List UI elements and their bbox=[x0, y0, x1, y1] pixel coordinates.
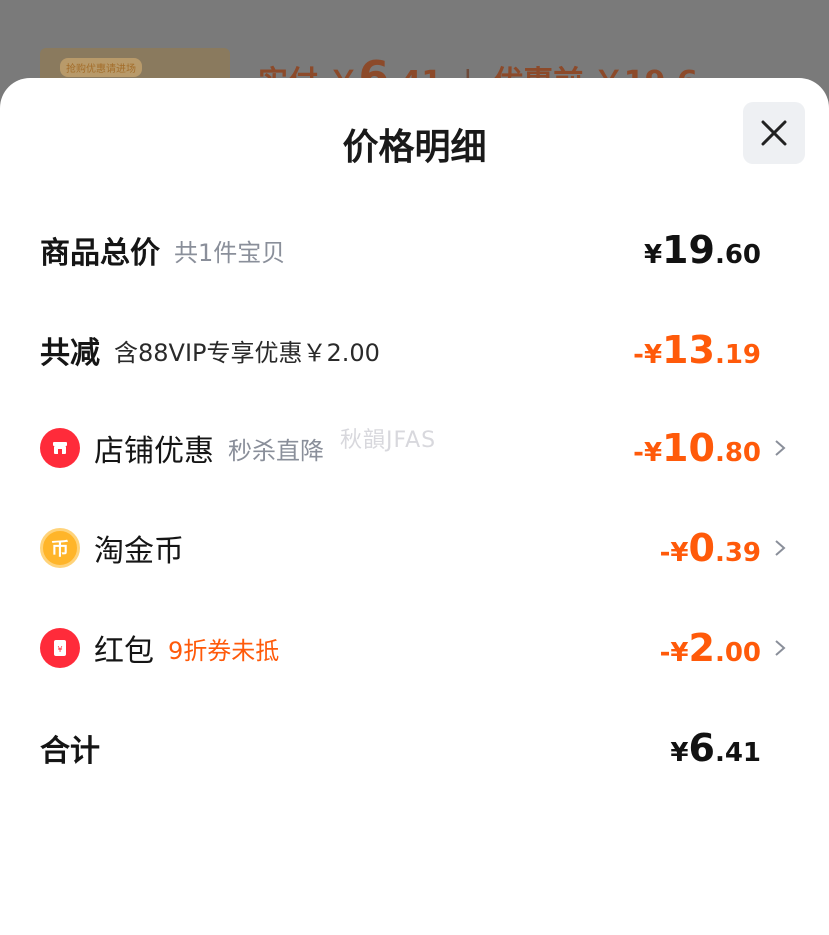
coin-icon: 币 bbox=[40, 528, 80, 568]
row-taojin-coin[interactable]: 币 淘金币 -¥ 0.39 bbox=[40, 526, 789, 570]
red-packet-value: -¥ 2.00 bbox=[659, 626, 761, 670]
vip-discount-note: 含88VIP专享优惠￥2.00 bbox=[114, 338, 380, 367]
store-discount-sub: 秒杀直降 bbox=[228, 436, 324, 465]
sum-value: ¥6.41 bbox=[670, 726, 761, 770]
red-packet-icon: ¥ bbox=[40, 628, 80, 668]
red-packet-sub: 9折券未抵 bbox=[168, 636, 280, 665]
coin-value: -¥ 0.39 bbox=[659, 526, 761, 570]
chevron-right-icon bbox=[771, 639, 789, 657]
promo-banner-label: 抢购优惠请进场 bbox=[60, 58, 142, 77]
close-button[interactable] bbox=[743, 102, 805, 164]
store-icon bbox=[40, 428, 80, 468]
sum-label: 合计 bbox=[40, 734, 100, 769]
coin-label: 淘金币 bbox=[94, 534, 184, 569]
store-discount-label: 店铺优惠 bbox=[94, 434, 214, 469]
red-packet-label: 红包 bbox=[94, 634, 154, 669]
svg-text:¥: ¥ bbox=[57, 645, 62, 654]
close-icon bbox=[761, 120, 787, 146]
watermark: 秋韻JFAS bbox=[340, 428, 437, 453]
total-price-value: ¥19.60 bbox=[643, 228, 761, 272]
item-count: 共1件宝贝 bbox=[174, 238, 286, 267]
row-total-price: 商品总价 共1件宝贝 ¥19.60 bbox=[40, 228, 789, 272]
total-price-label: 商品总价 bbox=[40, 236, 160, 271]
price-detail-sheet: 价格明细 商品总价 共1件宝贝 ¥19.60 共减 含88VIP专享优惠￥2.0… bbox=[0, 78, 829, 935]
store-discount-value: -¥ 10.80 bbox=[633, 426, 761, 470]
chevron-right-icon bbox=[771, 439, 789, 457]
reduction-value: -¥ 13.19 bbox=[633, 328, 761, 372]
row-sum: 合计 ¥6.41 bbox=[40, 726, 789, 770]
reduction-label: 共减 bbox=[40, 336, 100, 371]
row-total-reduction: 共减 含88VIP专享优惠￥2.00 -¥ 13.19 bbox=[40, 328, 789, 372]
chevron-right-icon bbox=[771, 539, 789, 557]
sheet-title: 价格明细 bbox=[342, 127, 487, 168]
row-red-packet[interactable]: ¥ 红包 9折券未抵 -¥ 2.00 bbox=[40, 626, 789, 670]
